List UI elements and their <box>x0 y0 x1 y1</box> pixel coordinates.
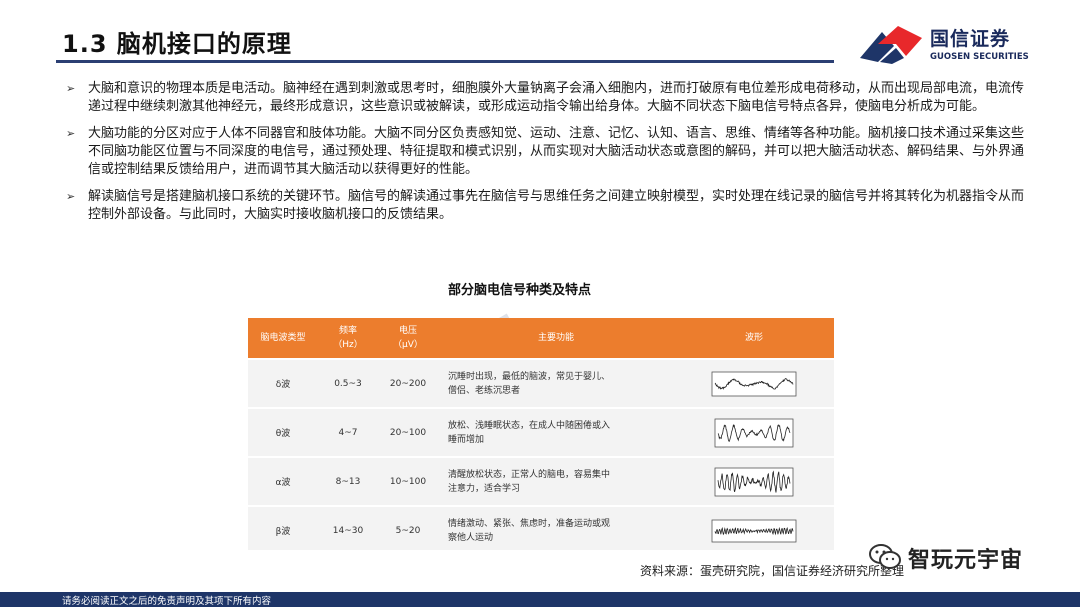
col-header-type: 脑电波类型 <box>248 318 318 359</box>
col-header-freq: 频率 （Hz） <box>318 318 378 359</box>
source-note: 资料来源：蛋壳研究院，国信证券经济研究所整理 <box>640 564 905 578</box>
bullet-text: 解读脑信号是搭建脑机接口系统的关键环节。脑信号的解读通过事先在脑信号与思维任务之… <box>88 189 1025 222</box>
cell-func: 清醒放松状态，正常人的脑电，容易集中 注意力，适合学习 <box>438 456 674 506</box>
col-header-volt-line1: 电压 <box>398 326 417 336</box>
cell-func-line2: 僧侣、老练沉思者 <box>448 385 521 396</box>
cell-freq: 4~7 <box>318 407 378 457</box>
footer-bar: 请务必阅读正文之后的免责声明及其项下所有内容 <box>0 592 1080 607</box>
bullet-text: 大脑功能的分区对应于人体不同器官和肢体功能。大脑不同分区负责感知觉、运动、注意、… <box>88 126 1025 177</box>
guosen-logo: 国信证券 GUOSEN SECURITIES <box>858 20 1038 70</box>
arrow-bullet-icon: ➢ <box>66 127 76 140</box>
bullet-item: ➢ 解读脑信号是搭建脑机接口系统的关键环节。脑信号的解读通过事先在脑信号与思维任… <box>60 188 1035 224</box>
delta-waveform-icon <box>711 371 797 396</box>
col-header-freq-line2: （Hz） <box>333 340 363 350</box>
cell-freq: 8~13 <box>318 456 378 506</box>
table-row: θ波 4~7 20~100 放松、浅睡眠状态，在成人中随困倦或入 睡而增加 <box>248 407 834 457</box>
page-title: 1.3 脑机接口的原理 <box>62 30 292 58</box>
table-row: δ波 0.5~3 20~200 沉睡时出现，最低的脑波，常见于婴儿、 僧侣、老练… <box>248 358 834 408</box>
beta-waveform-icon <box>711 519 797 542</box>
cell-func: 放松、浅睡眠状态，在成人中随困倦或入 睡而增加 <box>438 407 674 457</box>
cell-volt: 5~20 <box>378 505 438 554</box>
cell-volt: 10~100 <box>378 456 438 506</box>
table-row: β波 14~30 5~20 情绪激动、紧张、焦虑时，准备运动或观 察他人运动 <box>248 505 834 554</box>
wechat-account-name: 智玩元宇宙 <box>908 548 1024 573</box>
waveform-frame <box>714 467 794 496</box>
cell-func-line1: 放松、浅睡眠状态，在成人中随困倦或入 <box>448 420 611 431</box>
bullet-item: ➢ 大脑和意识的物理本质是电活动。脑神经在遇到刺激或思考时，细胞膜外大量钠离子会… <box>60 80 1035 116</box>
cell-wave <box>674 505 834 554</box>
cell-func-line2: 注意力，适合学习 <box>448 483 521 494</box>
cell-volt: 20~200 <box>378 358 438 408</box>
alpha-waveform-icon <box>714 467 794 496</box>
footer-disclaimer: 请务必阅读正文之后的免责声明及其项下所有内容 <box>62 596 272 607</box>
cell-func-line2: 睡而增加 <box>448 434 485 445</box>
cell-wave <box>674 456 834 506</box>
eeg-table: 脑电波类型 频率 （Hz） 电压 （μV） 主要功能 波形 δ波 0.5~3 2… <box>248 318 834 554</box>
logo-name: 国信证券 <box>930 28 1011 50</box>
cell-func-line1: 情绪激动、紧张、焦虑时，准备运动或观 <box>448 518 611 529</box>
title-underline <box>56 60 834 63</box>
col-header-func: 主要功能 <box>438 318 674 359</box>
table-row: α波 8~13 10~100 清醒放松状态，正常人的脑电，容易集中 注意力，适合… <box>248 456 834 506</box>
cell-func: 沉睡时出现，最低的脑波，常见于婴儿、 僧侣、老练沉思者 <box>438 358 674 408</box>
theta-waveform-icon <box>714 418 794 447</box>
cell-func-line1: 沉睡时出现，最低的脑波，常见于婴儿、 <box>448 371 611 382</box>
cell-type: α波 <box>248 456 318 506</box>
cell-func-line1: 清醒放松状态，正常人的脑电，容易集中 <box>448 469 611 480</box>
arrow-bullet-icon: ➢ <box>66 190 76 203</box>
bullet-item: ➢ 大脑功能的分区对应于人体不同器官和肢体功能。大脑不同分区负责感知觉、运动、注… <box>60 125 1035 179</box>
table-caption: 部分脑电信号种类及特点 <box>448 283 592 298</box>
cell-volt: 20~100 <box>378 407 438 457</box>
logo-subtitle: GUOSEN SECURITIES <box>930 52 1029 62</box>
table-header-row: 脑电波类型 频率 （Hz） 电压 （μV） 主要功能 波形 <box>248 318 834 359</box>
col-header-freq-line1: 频率 <box>338 326 357 336</box>
wechat-icon <box>869 544 901 569</box>
arrow-bullet-icon: ➢ <box>66 82 76 95</box>
cell-freq: 14~30 <box>318 505 378 554</box>
cell-wave <box>674 407 834 457</box>
col-header-volt-line2: （μV） <box>393 340 423 350</box>
cell-func-line2: 察他人运动 <box>448 532 494 543</box>
cell-func: 情绪激动、紧张、焦虑时，准备运动或观 察他人运动 <box>438 505 674 554</box>
bullet-text: 大脑和意识的物理本质是电活动。脑神经在遇到刺激或思考时，细胞膜外大量钠离子会涌入… <box>88 81 1025 114</box>
cell-wave <box>674 358 834 408</box>
cell-freq: 0.5~3 <box>318 358 378 408</box>
cell-type: θ波 <box>248 407 318 457</box>
bullet-list: ➢ 大脑和意识的物理本质是电活动。脑神经在遇到刺激或思考时，细胞膜外大量钠离子会… <box>60 80 1035 233</box>
col-header-wave: 波形 <box>674 318 834 359</box>
cell-type: β波 <box>248 505 318 554</box>
cell-type: δ波 <box>248 358 318 408</box>
col-header-volt: 电压 （μV） <box>378 318 438 359</box>
guosen-logo-icon <box>860 26 922 64</box>
